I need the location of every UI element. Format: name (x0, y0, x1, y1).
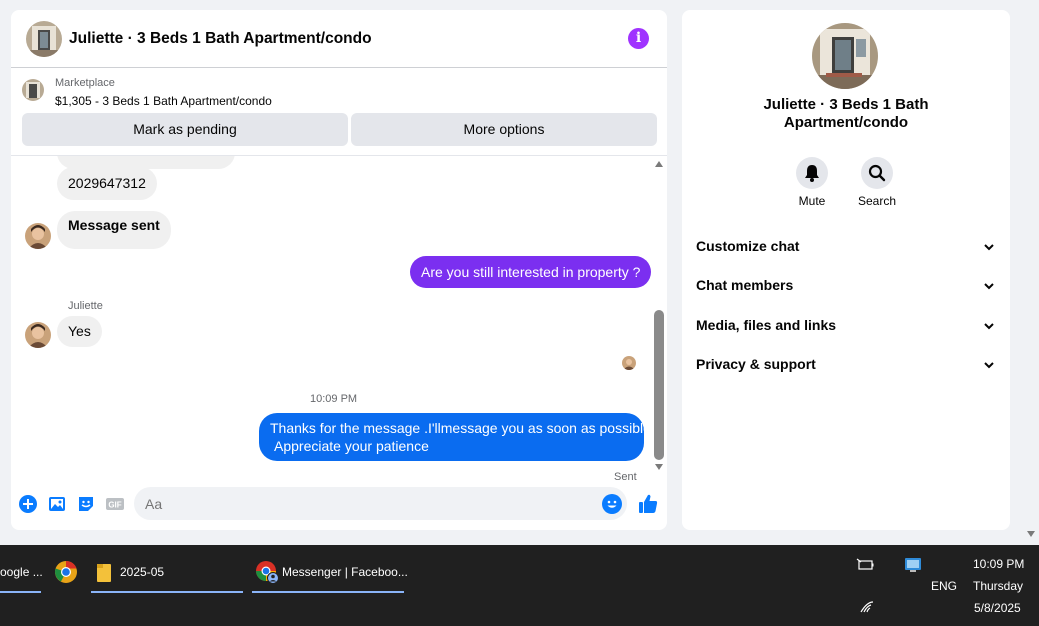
customize-chat-section[interactable]: Customize chat (696, 238, 996, 258)
taskbar-messenger-label: Messenger | Faceboo... (282, 565, 408, 579)
info-icon[interactable]: i (628, 28, 649, 49)
listing-detail[interactable]: $1,305 - 3 Beds 1 Bath Apartment/condo (55, 94, 272, 108)
mute-label: Mute (798, 194, 826, 208)
search-icon (861, 157, 893, 189)
message-bubble-yes[interactable]: Yes (57, 316, 102, 347)
seen-avatar (622, 356, 636, 370)
scroll-up-arrow-icon[interactable] (655, 161, 663, 167)
chevron-down-icon (984, 323, 994, 330)
media-files-links-section[interactable]: Media, files and links (696, 317, 996, 337)
emoji-icon[interactable] (602, 494, 622, 514)
composer-bar: GIF (11, 484, 667, 530)
marketplace-label: Marketplace (55, 77, 115, 89)
marketplace-bar: Marketplace $1,305 - 3 Beds 1 Bath Apart… (11, 68, 667, 156)
profile-picture[interactable] (812, 23, 878, 89)
battery-icon[interactable] (856, 558, 874, 572)
conversation-info-panel: Juliette · 3 Beds 1 Bath Apartment/condo… (682, 10, 1010, 530)
privacy-support-label: Privacy & support (696, 356, 816, 372)
photo-icon[interactable] (47, 494, 67, 514)
thumbs-up-icon[interactable] (637, 493, 659, 515)
chat-panel: Juliette · 3 Beds 1 Bath Apartment/condo… (11, 10, 667, 530)
taskbar-folder-window[interactable]: 2025-05 (91, 553, 243, 593)
message-scrollbar[interactable] (653, 156, 665, 482)
chevron-down-icon (984, 244, 994, 251)
svg-text:GIF: GIF (108, 501, 121, 510)
bell-icon (796, 157, 828, 189)
message-status: Sent (614, 471, 637, 482)
message-bubble-auto-reply[interactable]: Thanks for the message .I'llmessage you … (259, 413, 655, 461)
customize-chat-label: Customize chat (696, 238, 800, 254)
listing-thumbnail[interactable] (22, 79, 44, 101)
message-bubble-message-sent[interactable]: Message sent (57, 211, 171, 249)
clock-day[interactable]: Thursday (973, 579, 1023, 593)
add-plus-icon[interactable] (18, 494, 38, 514)
chat-members-label: Chat members (696, 277, 794, 293)
sticker-icon[interactable] (76, 494, 96, 514)
auto-reply-line1: Thanks for the message .I'llmessage you … (270, 420, 655, 436)
chat-title[interactable]: Juliette · 3 Beds 1 Bath Apartment/condo (69, 30, 372, 48)
contact-avatar[interactable] (25, 322, 51, 348)
taskbar-chrome-canary-icon[interactable] (53, 553, 79, 585)
auto-reply-line2: Appreciate your patience (274, 438, 429, 454)
taskbar-active-indicator (91, 591, 243, 593)
network-settings-icon[interactable] (904, 556, 922, 574)
taskbar: oogle ... 2025-05 Messenger | Faceboo...… (0, 545, 1039, 626)
search-label: Search (857, 194, 897, 208)
chat-members-section[interactable]: Chat members (696, 277, 996, 297)
search-button[interactable]: Search (847, 157, 907, 208)
media-files-links-label: Media, files and links (696, 317, 837, 333)
profile-name-line1: Juliette · 3 Beds 1 Bath (763, 96, 929, 113)
profile-name-line2: Apartment/condo (783, 114, 909, 131)
clock-date[interactable]: 5/8/2025 (974, 601, 1021, 615)
more-options-button[interactable]: More options (351, 113, 657, 146)
privacy-support-section[interactable]: Privacy & support (696, 356, 996, 376)
page-scroll-down-arrow-icon[interactable] (1027, 531, 1035, 537)
taskbar-chrome-window[interactable]: oogle ... (0, 553, 43, 593)
gif-icon[interactable]: GIF (105, 494, 125, 514)
listing-avatar[interactable] (26, 21, 62, 57)
scroll-down-arrow-icon[interactable] (655, 464, 663, 470)
taskbar-active-indicator (0, 591, 41, 593)
mute-button[interactable]: Mute (782, 157, 842, 208)
chrome-profile-icon (256, 561, 279, 584)
message-bubble-still-interested[interactable]: Are you still interested in property ? (410, 256, 652, 288)
folder-icon (97, 564, 111, 582)
wifi-icon[interactable] (860, 600, 874, 614)
message-bubble-phone[interactable]: 2029647312 (57, 167, 157, 200)
clock-time[interactable]: 10:09 PM (973, 557, 1024, 571)
taskbar-messenger-window[interactable]: Messenger | Faceboo... (252, 553, 408, 593)
message-input[interactable] (134, 487, 627, 520)
mark-as-pending-button[interactable]: Mark as pending (22, 113, 348, 146)
taskbar-active-indicator (252, 591, 404, 593)
contact-avatar[interactable] (25, 223, 51, 249)
sender-name: Juliette (68, 300, 103, 312)
profile-name: Juliette · 3 Beds 1 Bath Apartment/condo (682, 96, 1010, 132)
taskbar-folder-label: 2025-05 (120, 565, 165, 579)
chat-header: Juliette · 3 Beds 1 Bath Apartment/condo… (11, 10, 667, 68)
chevron-down-icon (984, 283, 994, 290)
message-list: 2029647312 Message sent Are you still in… (11, 156, 667, 482)
message-timestamp: 10:09 PM (310, 393, 358, 405)
chevron-down-icon (984, 362, 994, 369)
taskbar-chrome-label: oogle ... (0, 565, 43, 579)
scroll-thumb[interactable] (654, 310, 664, 460)
language-indicator[interactable]: ENG (931, 579, 957, 593)
